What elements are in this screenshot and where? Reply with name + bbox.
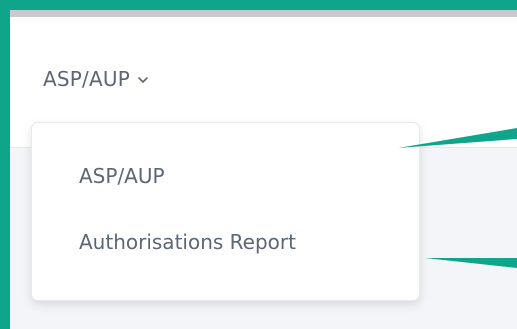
nav-dropdown-menu: ASP/AUP Authorisations Report xyxy=(31,122,420,301)
chevron-down-icon xyxy=(135,72,151,88)
top-strip xyxy=(10,10,517,17)
app-canvas: ASP/AUP ASP/AUP Authorisations Report xyxy=(10,10,517,329)
asp-aup-menu-trigger[interactable]: ASP/AUP xyxy=(43,64,151,94)
menu-trigger-label: ASP/AUP xyxy=(43,67,130,91)
menu-item-asp-aup[interactable]: ASP/AUP xyxy=(79,164,165,188)
menu-item-authorisations-report[interactable]: Authorisations Report xyxy=(79,230,296,254)
